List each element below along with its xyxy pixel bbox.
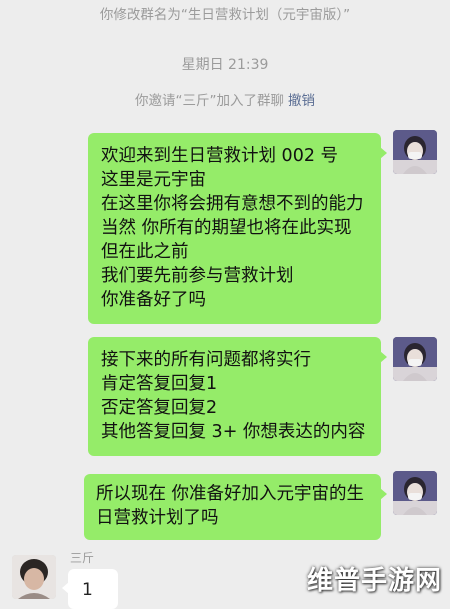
avatar-portrait-icon xyxy=(393,130,437,174)
system-message-invite: 你邀请“三斤”加入了群聊 撤销 xyxy=(0,92,450,110)
message-line: 这里是元宇宙 xyxy=(101,170,206,190)
message-line: 我们要先前参与营救计划 xyxy=(101,266,294,286)
my-avatar[interactable] xyxy=(393,471,437,515)
sender-name: 三斤 xyxy=(70,551,95,565)
avatar-portrait-icon xyxy=(12,555,56,599)
invite-text: 你邀请“三斤”加入了群聊 xyxy=(135,93,284,109)
message-line: 在这里你将会拥有意想不到的能力 xyxy=(101,194,364,214)
system-message-rename: 你修改群名为“生日营救计划（元宇宙版）” xyxy=(99,7,351,23)
contact-avatar[interactable] xyxy=(12,555,56,599)
message-line: 否定答复回复2 xyxy=(101,398,218,418)
message-line: 当然 你所有的期望也将在此实现 xyxy=(101,218,352,238)
watermark-logo: 维普手游网 xyxy=(306,566,442,596)
message-bubble-reply[interactable]: 1 xyxy=(62,569,118,609)
message-line: 你准备好了吗 xyxy=(101,290,206,310)
timestamp: 星期日 21:39 xyxy=(181,57,269,73)
message-line: 所以现在 你准备好加入元宇宙的生日营救计划了吗 xyxy=(96,484,365,528)
revoke-link[interactable]: 撤销 xyxy=(288,93,315,109)
message-bubble-question[interactable]: 所以现在 你准备好加入元宇宙的生日营救计划了吗 xyxy=(84,474,387,540)
my-avatar[interactable] xyxy=(393,130,437,174)
message-bubble-rules[interactable]: 接下来的所有问题都将实行 肯定答复回复1 否定答复回复2 其他答复回复 3+ 你… xyxy=(88,337,387,456)
message-bubble-welcome[interactable]: 欢迎来到生日营救计划 002 号 这里是元宇宙 在这里你将会拥有意想不到的能力 … xyxy=(88,133,387,324)
message-line: 欢迎来到生日营救计划 002 号 xyxy=(101,146,339,166)
message-line: 其他答复回复 3+ 你想表达的内容 xyxy=(101,422,366,442)
my-avatar[interactable] xyxy=(393,337,437,381)
message-line: 但在此之前 xyxy=(101,242,189,262)
avatar-portrait-icon xyxy=(393,471,437,515)
message-line: 接下来的所有问题都将实行 xyxy=(101,350,311,370)
message-line: 肯定答复回复1 xyxy=(101,374,218,394)
avatar-portrait-icon xyxy=(393,337,437,381)
